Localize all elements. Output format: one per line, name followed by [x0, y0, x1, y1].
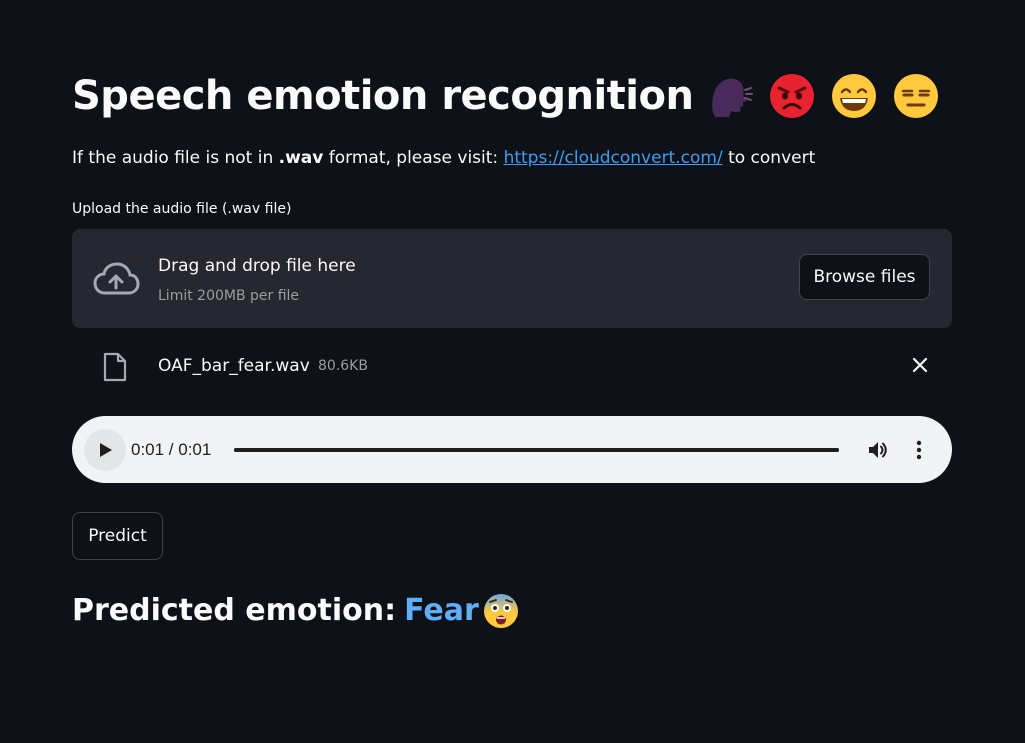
- uploaded-file-size: 80.6KB: [318, 358, 368, 374]
- dropzone-limit: Limit 200MB per file: [158, 288, 300, 304]
- page-title: Speech emotion recognition: [72, 68, 955, 124]
- play-icon: [100, 443, 112, 457]
- fearful-face-icon: [483, 593, 519, 629]
- browse-files-button[interactable]: Browse files: [799, 254, 930, 300]
- more-options-button[interactable]: [909, 438, 929, 462]
- more-vertical-icon: [916, 440, 922, 460]
- audio-player: 0:01 / 0:01: [72, 416, 952, 483]
- format-info-text: If the audio file is not in .wav format,…: [72, 146, 815, 170]
- audio-time-display: 0:01 / 0:01: [131, 440, 212, 459]
- info-middle: format, please visit:: [323, 148, 504, 168]
- result-prefix: Predicted emotion:: [72, 593, 397, 628]
- cloud-upload-icon: [92, 261, 140, 297]
- volume-button[interactable]: [866, 438, 890, 462]
- volume-icon: [869, 442, 887, 458]
- remove-file-button[interactable]: [906, 354, 934, 378]
- info-suffix: to convert: [722, 148, 816, 168]
- upload-label: Upload the audio file (.wav file): [72, 201, 292, 217]
- info-format: .wav: [278, 148, 324, 168]
- page-title-text: Speech emotion recognition: [72, 73, 694, 119]
- file-icon: [103, 352, 127, 382]
- uploaded-file-name: OAF_bar_fear.wav: [158, 356, 310, 376]
- prediction-result: Predicted emotion: Fear: [72, 589, 519, 633]
- play-button[interactable]: [84, 429, 126, 471]
- file-dropzone[interactable]: Drag and drop file here Limit 200MB per …: [72, 229, 952, 328]
- uploaded-file-row: OAF_bar_fear.wav 80.6KB: [72, 342, 952, 390]
- audio-progress-fill: [234, 448, 839, 452]
- angry-face-icon: [769, 73, 815, 119]
- close-icon: [912, 357, 928, 373]
- info-prefix: If the audio file is not in: [72, 148, 279, 168]
- speaking-head-icon: [707, 73, 754, 119]
- audio-progress-bar[interactable]: [234, 448, 839, 452]
- predict-button[interactable]: Predict: [72, 512, 163, 560]
- grinning-face-icon: [831, 73, 877, 119]
- expressionless-face-icon: [893, 73, 939, 119]
- predicted-emotion: Fear: [404, 593, 479, 628]
- cloudconvert-link[interactable]: https://cloudconvert.com/: [504, 148, 723, 168]
- dropzone-title: Drag and drop file here: [158, 256, 356, 276]
